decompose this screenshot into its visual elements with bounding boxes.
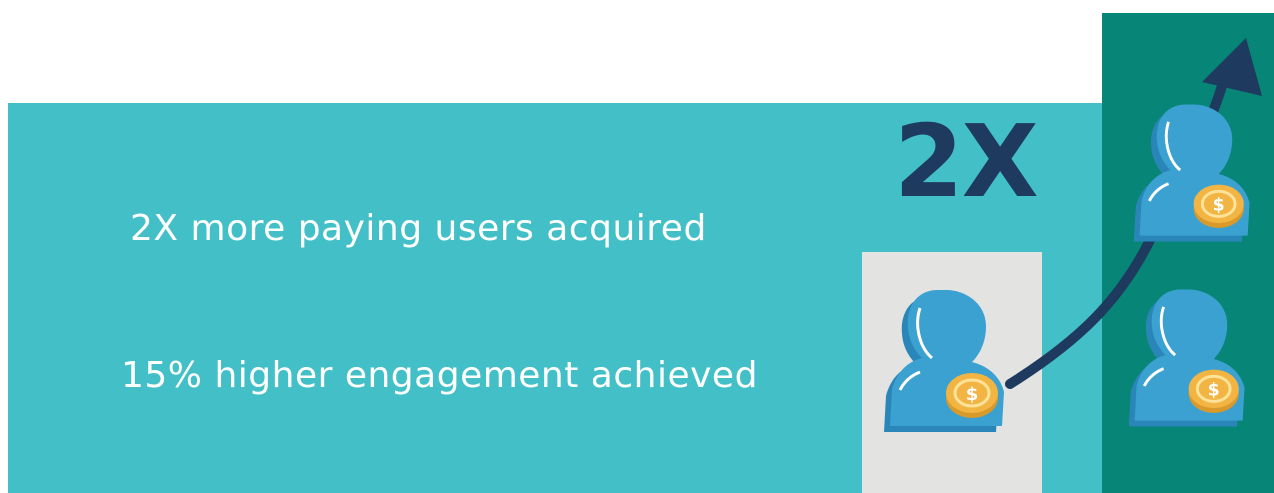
illustration: $ <box>882 38 1262 434</box>
user-with-coin-icon <box>882 288 1006 434</box>
arrow-head-icon <box>1202 38 1262 96</box>
user-with-coin-icon <box>1132 103 1252 243</box>
user-with-coin-icon <box>1127 288 1247 428</box>
